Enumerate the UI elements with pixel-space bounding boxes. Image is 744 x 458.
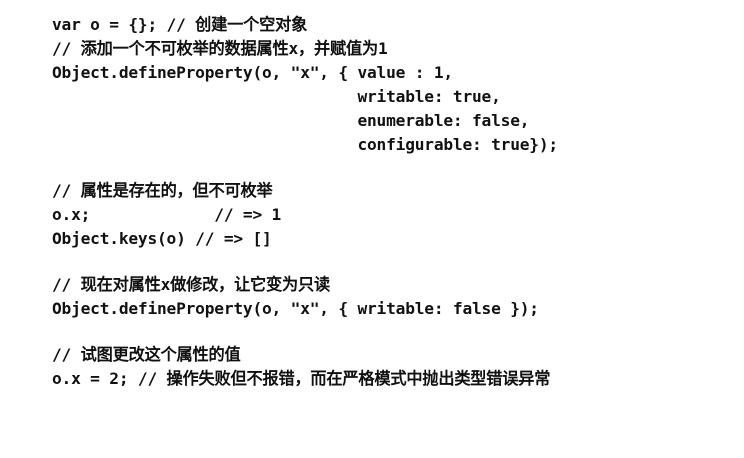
- code-listing: var o = {}; // 创建一个空对象 // 添加一个不可枚举的数据属性x，…: [52, 13, 558, 391]
- code-page: var o = {}; // 创建一个空对象 // 添加一个不可枚举的数据属性x，…: [0, 0, 744, 458]
- code-line-3: Object.defineProperty(o, "x", { value : …: [52, 63, 453, 82]
- code-line-13: Object.defineProperty(o, "x", { writable…: [52, 299, 539, 318]
- code-line-8: // 属性是存在的，但不可枚举: [52, 181, 273, 200]
- code-line-4: writable: true,: [52, 87, 501, 106]
- code-line-16: o.x = 2; // 操作失败但不报错，而在严格模式中抛出类型错误异常: [52, 369, 551, 388]
- code-line-5: enumerable: false,: [52, 111, 530, 130]
- code-line-15: // 试图更改这个属性的值: [52, 345, 241, 364]
- code-line-6: configurable: true});: [52, 135, 558, 154]
- code-line-1: var o = {}; // 创建一个空对象: [52, 15, 308, 34]
- code-line-12: // 现在对属性x做修改，让它变为只读: [52, 275, 330, 294]
- code-line-10: Object.keys(o) // => []: [52, 229, 272, 248]
- code-line-9: o.x; // => 1: [52, 205, 282, 224]
- code-line-2: // 添加一个不可枚举的数据属性x，并赋值为1: [52, 39, 388, 58]
